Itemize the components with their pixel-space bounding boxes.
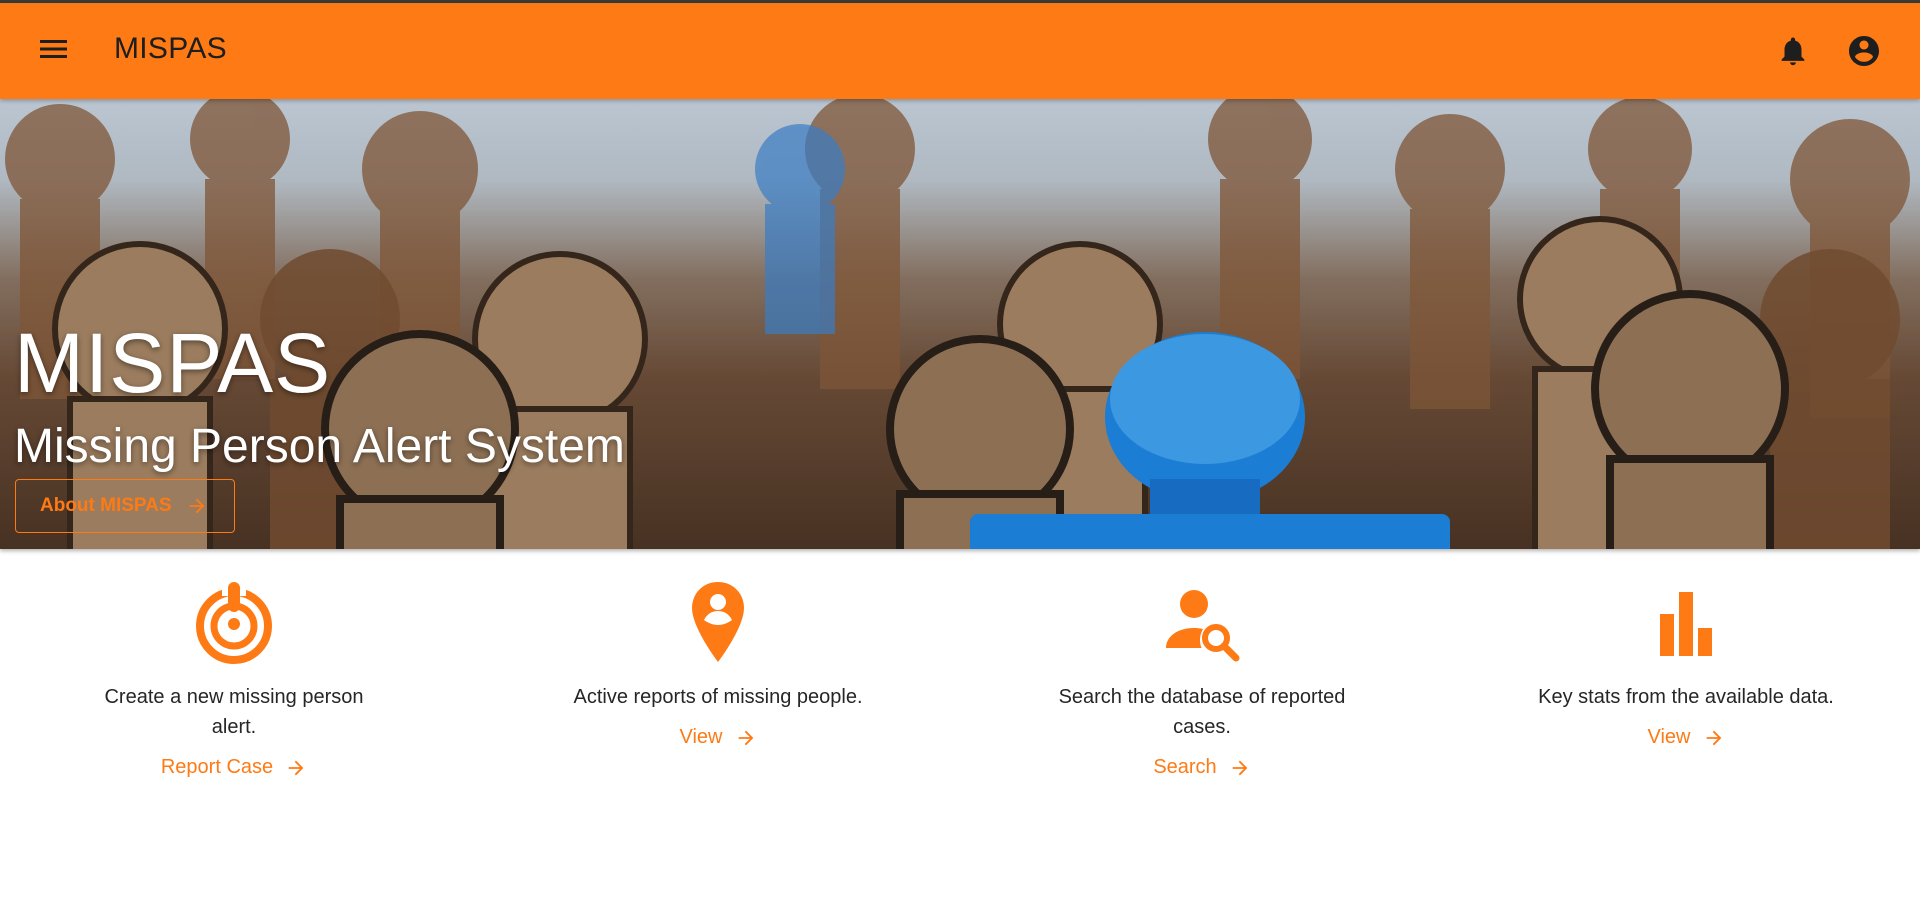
arrow-right-icon	[738, 730, 753, 745]
bell-icon	[1781, 37, 1805, 66]
location-person-pin-icon	[692, 582, 744, 662]
action-label: View	[679, 726, 723, 748]
hero-subtitle: Missing Person Alert System	[14, 420, 625, 473]
account-button[interactable]	[1846, 33, 1882, 69]
notifications-button[interactable]	[1776, 34, 1810, 68]
person-search-icon	[1166, 590, 1240, 662]
menu-icon	[40, 40, 67, 58]
view-active-reports-link[interactable]: View	[680, 726, 757, 749]
action-label: View	[1647, 726, 1691, 748]
arrow-right-icon	[1232, 760, 1248, 775]
hero-banner: MISPAS Missing Person Alert System About…	[0, 99, 1920, 549]
menu-button[interactable]	[34, 29, 74, 69]
hero-title: MISPAS	[14, 316, 332, 410]
action-label: Report Case	[160, 756, 274, 778]
feature-description: Create a new missing person alert.	[104, 686, 364, 738]
about-mispas-button[interactable]: About MISPAS	[15, 479, 235, 533]
report-case-link[interactable]: Report Case	[161, 756, 307, 779]
view-stats-link[interactable]: View	[1648, 726, 1725, 749]
arrow-right-icon	[189, 498, 204, 514]
feature-description: Key stats from the available data.	[1538, 686, 1834, 708]
arrow-right-icon	[1706, 730, 1721, 745]
feature-description: Search the database of reported cases.	[1058, 686, 1346, 738]
account-circle-icon	[1849, 36, 1879, 66]
feature-description: Active reports of missing people.	[573, 686, 863, 708]
about-button-label: About MISPAS	[40, 495, 172, 516]
alert-target-icon	[196, 580, 272, 664]
action-label: Search	[1153, 756, 1217, 778]
feature-active-reports: Active reports of missing people. View	[568, 580, 868, 749]
feature-stats: Key stats from the available data. View	[1536, 580, 1836, 749]
features-section: Create a new missing person alert. Repor…	[0, 580, 1920, 810]
feature-report-case: Create a new missing person alert. Repor…	[84, 580, 384, 779]
app-bar: MISPAS	[0, 3, 1920, 99]
feature-search: Search the database of reported cases. S…	[1052, 580, 1352, 779]
search-link[interactable]: Search	[1153, 756, 1250, 779]
app-title: MISPAS	[114, 32, 227, 65]
bar-chart-icon	[1660, 592, 1712, 656]
arrow-right-icon	[288, 760, 304, 775]
